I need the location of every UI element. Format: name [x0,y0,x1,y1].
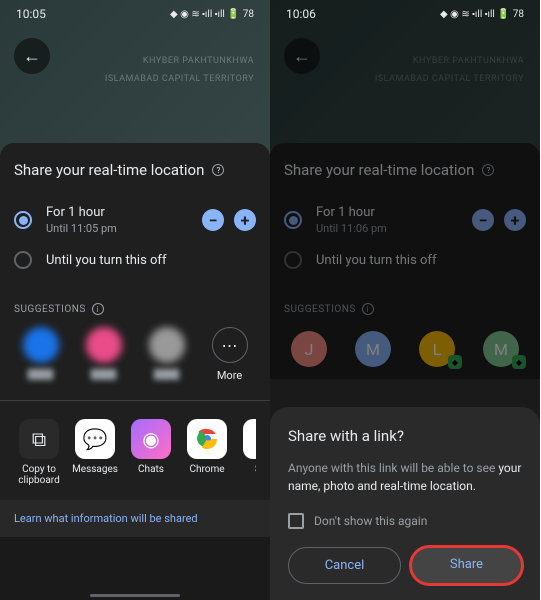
statusbar: 10:06 ◆ ◉ ≋ ⬝ıll ⬝ıll 🔋78 [270,0,540,28]
radio-checked-icon [14,211,32,229]
status-time: 10:05 [16,7,46,21]
option-until-off[interactable]: Until you turn this off [14,243,256,277]
suggestions-row: ████ ████ ████ ⋯More [14,327,256,382]
statusbar: 10:05 ◆ ◉ ≋ ⬝ıll ⬝ıll 🔋78 [0,0,270,28]
suggestion-contact[interactable]: ████ [77,327,130,382]
suggestion-contact[interactable]: ████ [140,327,193,382]
screen-left: 10:05 ◆ ◉ ≋ ⬝ıll ⬝ıll 🔋78 ← KHYBER PAKHT… [0,0,270,600]
share-sheet: Share your real-time location? For 1 hou… [270,143,540,379]
back-button: ← [284,38,320,74]
dimmed-bg: ← KHYBER PAKHTUNKHWA ISLAMABAD CAPITAL T… [270,0,540,379]
dialog-title: Share with a link? [288,427,522,445]
option-label: For 1 hour [46,205,188,220]
option-1hour[interactable]: For 1 hour Until 11:05 pm − + [14,197,256,243]
plus-button[interactable]: + [234,209,256,231]
sheet-title: Share your real-time location ? [14,161,256,179]
app-messages[interactable]: 💬Messages [70,419,120,486]
help-icon[interactable]: ? [212,164,224,176]
map-label: ISLAMABAD CAPITAL TERRITORY [105,74,254,84]
status-time: 10:06 [286,7,316,21]
dont-show-checkbox[interactable]: Don't show this again [288,513,522,529]
status-icons: ◆ ◉ ≋ ⬝ıll ⬝ıll 🔋78 [440,9,524,20]
option-label: Until you turn this off [46,253,256,268]
map-label: ISLAMABAD CAPITAL TERRITORY [375,74,524,84]
map-label: KHYBER PAKHTUNKHWA [143,56,254,66]
app-more[interactable]: Sav [238,419,256,486]
checkbox-icon [288,513,304,529]
minus-button[interactable]: − [202,209,224,231]
share-button[interactable]: Share [411,547,522,584]
share-link-dialog: Share with a link? Anyone with this link… [270,407,540,600]
status-icons: ◆ ◉ ≋ ⬝ıll ⬝ıll 🔋78 [170,9,254,20]
app-chrome[interactable]: Chrome [182,419,232,486]
suggestion-contact[interactable]: ████ [14,327,67,382]
suggestions-label: SUGGESTIONS i [14,303,256,315]
map-label: KHYBER PAKHTUNKHWA [413,56,524,66]
more-button[interactable]: ⋯More [203,327,256,382]
option-sub: Until 11:05 pm [46,222,188,235]
screen-right: 10:06 ◆ ◉ ≋ ⬝ıll ⬝ıll 🔋78 ← KHYBER PAKHT… [270,0,540,600]
divider [0,400,270,401]
share-apps-row[interactable]: ⧉Copy toclipboard 💬Messages ◉Chats Chrom… [14,411,256,500]
share-sheet: Share your real-time location ? For 1 ho… [0,143,270,537]
cancel-button[interactable]: Cancel [288,547,401,584]
info-icon[interactable]: i [92,303,104,315]
learn-link[interactable]: Learn what information will be shared [0,500,270,537]
back-button[interactable]: ← [14,38,50,74]
dialog-body: Anyone with this link will be able to se… [288,459,522,495]
app-copy[interactable]: ⧉Copy toclipboard [14,419,64,486]
app-chats[interactable]: ◉Chats [126,419,176,486]
nav-handle[interactable] [90,594,180,597]
radio-unchecked-icon [14,251,32,269]
